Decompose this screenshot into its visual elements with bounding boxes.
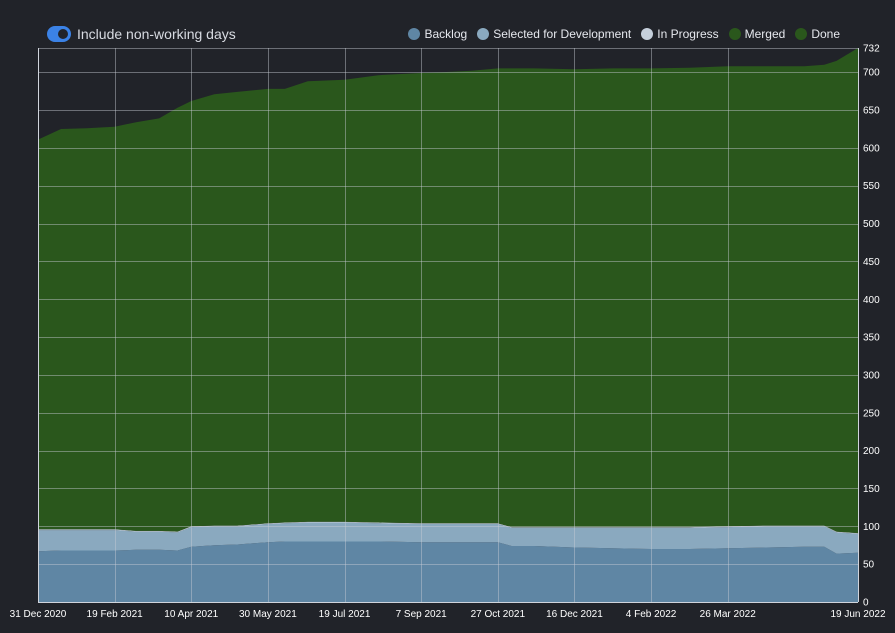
cumulative-flow-chart: 0 50 100 150 200 250 300 350 400 450 500 550 600 650 7… (10, 44, 886, 621)
y-tick-label: 50 (863, 560, 875, 571)
x-tick-label: 27 Oct 2021 (471, 609, 526, 620)
y-tick-label: 450 (863, 257, 880, 268)
y-tick-label: 400 (863, 295, 880, 306)
y-tick-label: 300 (863, 370, 880, 381)
x-axis: 31 Dec 2020 19 Feb 2021 10 Apr 2021 30 May … (10, 609, 886, 620)
x-tick-label: 4 Feb 2022 (626, 609, 677, 620)
y-tick-label: 500 (863, 219, 880, 230)
area-done[interactable] (38, 48, 858, 534)
y-tick-label: 550 (863, 181, 880, 192)
y-tick-label: 350 (863, 333, 880, 344)
x-tick-label: 31 Dec 2020 (10, 609, 67, 620)
y-tick-label: 150 (863, 484, 880, 495)
x-tick-label: 19 Jul 2021 (319, 609, 371, 620)
y-tick-label: 600 (863, 143, 880, 154)
y-tick-label: 732 (863, 44, 880, 55)
area-backlog[interactable] (38, 541, 858, 603)
x-tick-label: 19 Jun 2022 (830, 609, 885, 620)
series-areas (38, 48, 858, 602)
y-axis: 0 50 100 150 200 250 300 350 400 450 500 550 600 650 7… (863, 44, 880, 609)
x-tick-label: 30 May 2021 (239, 609, 297, 620)
x-tick-label: 10 Apr 2021 (164, 609, 218, 620)
y-tick-label: 650 (863, 106, 880, 117)
y-tick-label: 250 (863, 408, 880, 419)
x-tick-label: 16 Dec 2021 (546, 609, 603, 620)
y-tick-label: 700 (863, 68, 880, 79)
x-tick-label: 26 Mar 2022 (700, 609, 757, 620)
y-tick-label: 200 (863, 446, 880, 457)
x-tick-label: 19 Feb 2021 (87, 609, 144, 620)
x-tick-label: 7 Sep 2021 (396, 609, 448, 620)
y-tick-label: 100 (863, 522, 880, 533)
y-tick-label: 0 (863, 598, 869, 609)
